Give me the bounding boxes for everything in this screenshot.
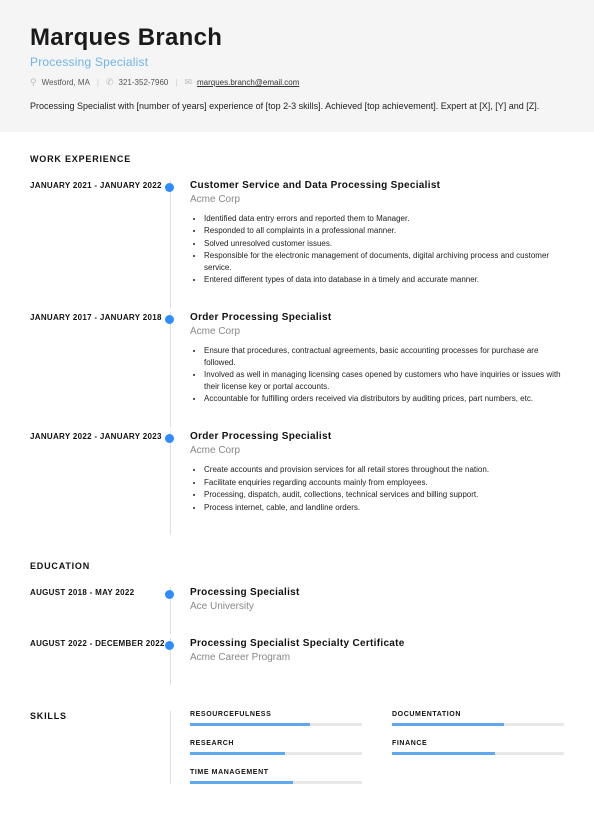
edu-school: Ace University [190, 601, 564, 612]
body: WORK EXPERIENCE JANUARY 2021 - JANUARY 2… [0, 132, 594, 829]
skill-name: FINANCE [392, 740, 564, 747]
edu-school: Acme Career Program [190, 652, 564, 663]
timeline-dot-icon [165, 183, 174, 192]
work-bullet: Process internet, cable, and landline or… [204, 502, 564, 514]
work-bullet: Responded to all complaints in a profess… [204, 225, 564, 237]
work-bullet: Responsible for the electronic managemen… [204, 250, 564, 273]
section-edu-heading: EDUCATION [30, 561, 170, 571]
work-dates: JANUARY 2022 - JANUARY 2023 [30, 431, 170, 442]
skill-bar-fill [190, 723, 310, 726]
work-entry: Order Processing Specialist Acme Corp Crea… [170, 431, 564, 513]
skill-bar [190, 752, 362, 755]
work-bullet: Processing, dispatch, audit, collections… [204, 489, 564, 501]
email-icon: ✉ [184, 77, 192, 88]
work-title: Order Processing Specialist [190, 312, 564, 323]
job-title-header: Processing Specialist [30, 55, 564, 69]
skill-item: TIME MANAGEMENT [190, 769, 362, 784]
separator: | [175, 78, 177, 87]
skills-grid: RESOURCEFULNESS DOCUMENTATION RESEARCH FINA… [170, 711, 564, 784]
timeline-dot-icon [165, 641, 174, 650]
skill-bar-fill [392, 723, 504, 726]
skill-item: DOCUMENTATION [392, 711, 564, 726]
work-bullet: Identified data entry errors and reporte… [204, 213, 564, 225]
work-entry: Order Processing Specialist Acme Corp Ensu… [170, 312, 564, 405]
skill-item: FINANCE [392, 740, 564, 755]
skill-name: TIME MANAGEMENT [190, 769, 362, 776]
work-dates: JANUARY 2017 - JANUARY 2018 [30, 312, 170, 323]
work-company: Acme Corp [190, 445, 564, 456]
work-entry: Customer Service and Data Processing Spe… [170, 180, 564, 287]
skill-bar-fill [392, 752, 495, 755]
edu-entry: Processing Specialist Specialty Certific… [170, 638, 564, 663]
edu-title: Processing Specialist Specialty Certific… [190, 638, 564, 649]
skill-bar-fill [190, 752, 285, 755]
skill-name: RESEARCH [190, 740, 362, 747]
work-title: Order Processing Specialist [190, 431, 564, 442]
work-bullet: Solved unresolved customer issues. [204, 238, 564, 250]
edu-dates: AUGUST 2022 - DECEMBER 2022 [30, 638, 170, 649]
skill-item: RESEARCH [190, 740, 362, 755]
skill-bar [392, 752, 564, 755]
work-dates: JANUARY 2021 - JANUARY 2022 [30, 180, 170, 191]
section-skills-heading: SKILLS [30, 711, 170, 721]
skill-bar [392, 723, 564, 726]
header: Marques Branch Processing Specialist ⚲ W… [0, 0, 594, 132]
work-company: Acme Corp [190, 194, 564, 205]
work-bullet: Facilitate enquiries regarding accounts … [204, 477, 564, 489]
summary-text: Processing Specialist with [number of ye… [30, 100, 564, 114]
location-text: Westford, MA [42, 78, 90, 87]
skill-bar-fill [190, 781, 293, 784]
phone-text: 321-352-7960 [119, 78, 169, 87]
section-work-heading: WORK EXPERIENCE [30, 154, 170, 164]
work-title: Customer Service and Data Processing Spe… [190, 180, 564, 191]
timeline-dot-icon [165, 434, 174, 443]
timeline-dot-icon [165, 590, 174, 599]
work-company: Acme Corp [190, 326, 564, 337]
person-name: Marques Branch [30, 24, 564, 52]
skill-bar [190, 781, 362, 784]
skill-name: DOCUMENTATION [392, 711, 564, 718]
skill-item: RESOURCEFULNESS [190, 711, 362, 726]
phone-icon: ✆ [106, 77, 114, 88]
timeline-dot-icon [165, 315, 174, 324]
work-bullet: Accountable for fulfilling orders receiv… [204, 393, 564, 405]
work-bullet: Ensure that procedures, contractual agre… [204, 345, 564, 368]
edu-title: Processing Specialist [190, 587, 564, 598]
work-bullet: Entered different types of data into dat… [204, 274, 564, 286]
work-bullet: Create accounts and provision services f… [204, 464, 564, 476]
edu-dates: AUGUST 2018 - MAY 2022 [30, 587, 170, 598]
work-bullets: Create accounts and provision services f… [190, 464, 564, 513]
skill-name: RESOURCEFULNESS [190, 711, 362, 718]
location-icon: ⚲ [30, 77, 37, 88]
email-link[interactable]: marques.branch@email.com [197, 78, 299, 87]
work-bullets: Ensure that procedures, contractual agre… [190, 345, 564, 405]
work-bullet: Involved as well in managing licensing c… [204, 369, 564, 392]
skill-bar [190, 723, 362, 726]
separator: | [97, 78, 99, 87]
contact-row: ⚲ Westford, MA | ✆ 321-352-7960 | ✉ marq… [30, 77, 564, 88]
edu-entry: Processing Specialist Ace University [170, 587, 564, 612]
work-bullets: Identified data entry errors and reporte… [190, 213, 564, 287]
